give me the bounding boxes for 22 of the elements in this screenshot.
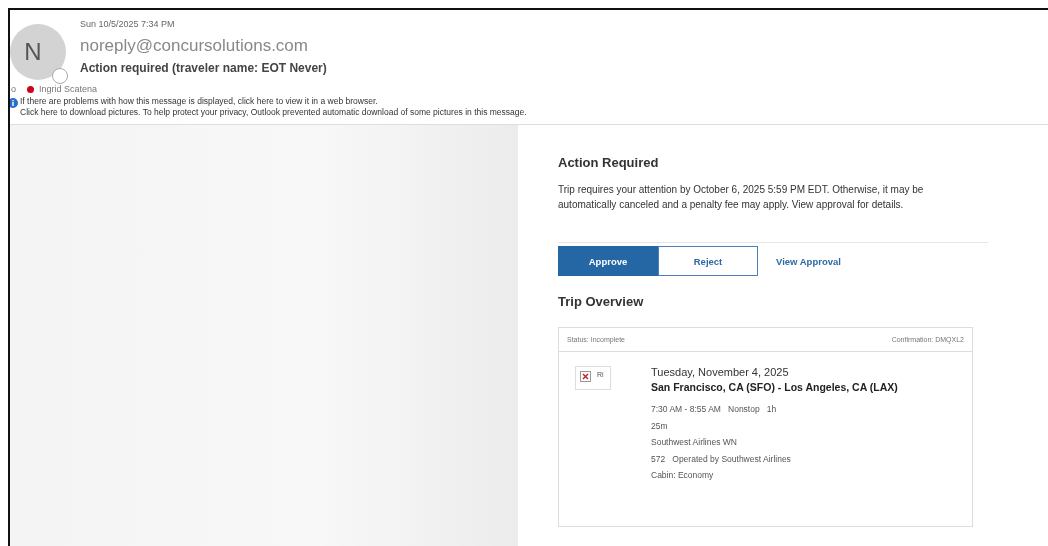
flight-detail: 7:30 AM - 8:55 AM Nonstop 1h	[651, 403, 778, 416]
flight-detail: Southwest Airlines WN	[651, 436, 738, 449]
message-subject: Action required (traveler name: EOT Never)	[80, 61, 327, 75]
flight-date: Tuesday, November 4, 2025	[651, 366, 790, 378]
flight-detail: 25m	[651, 419, 669, 433]
info-bar-text[interactable]: Click here to download pictures. To help protect your privacy, Outlook prevented automatic download of some pictures in this message.	[20, 107, 527, 118]
to-label: o	[11, 84, 16, 94]
message-text: Trip requires your attention by October 6, 2025 5:59 PM EDT. Otherwise, it may be automatically canceled and a penalty fee may apply. View approval for details.	[558, 183, 925, 212]
message-date: Sun 10/5/2025 7:34 PM	[80, 19, 176, 29]
section-title: Trip Overview	[558, 294, 645, 309]
info-bar-text[interactable]: If there are problems with how this message is displayed, click here to view it in a web browser.	[20, 96, 527, 107]
sender-address: noreply@concursolutions.com	[80, 36, 309, 56]
approve-button[interactable]: Approve	[558, 246, 658, 276]
flight-detail: 572 Operated by Southwest Airlines	[651, 452, 792, 466]
reject-button[interactable]: Reject	[658, 246, 758, 276]
flight-route: San Francisco, CA (SFO) - Los Angeles, CA (LAX)	[651, 381, 898, 393]
sender-avatar: N	[10, 24, 66, 80]
view-approval-link[interactable]: View Approval	[758, 246, 859, 276]
section-title: Action Required	[558, 155, 660, 170]
presence-icon	[52, 68, 68, 84]
recipient-name[interactable]: Ingrid Scatena	[39, 84, 98, 94]
flight-detail: Cabin: Economy	[651, 469, 715, 482]
